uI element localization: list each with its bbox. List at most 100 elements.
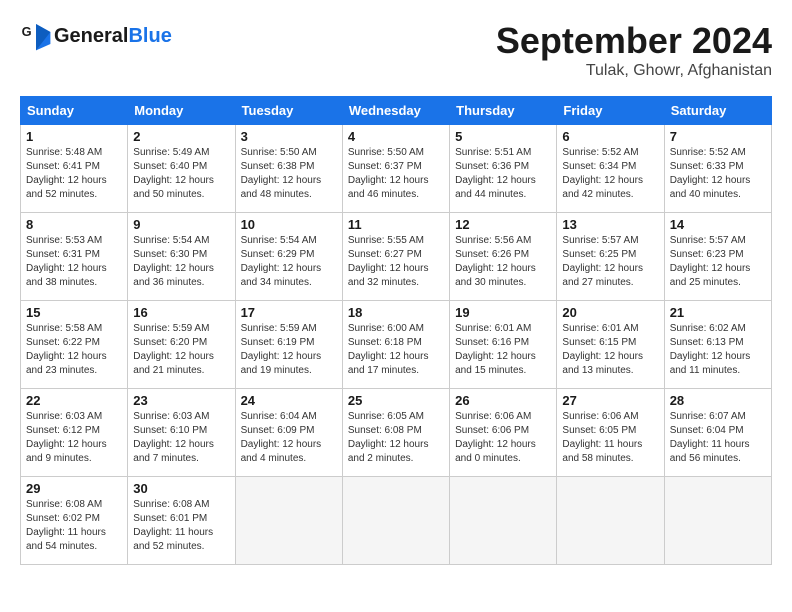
calendar-cell: 8 Sunrise: 5:53 AM Sunset: 6:31 PM Daylig… <box>21 213 128 301</box>
day-number: 15 <box>26 305 122 320</box>
weekday-header-sunday: Sunday <box>21 97 128 125</box>
day-number: 7 <box>670 129 766 144</box>
calendar-subtitle: Tulak, Ghowr, Afghanistan <box>496 62 772 80</box>
calendar-cell: 14 Sunrise: 5:57 AM Sunset: 6:23 PM Dayli… <box>664 213 771 301</box>
day-info: Sunrise: 5:57 AM Sunset: 6:23 PM Dayligh… <box>670 234 766 290</box>
calendar-cell: 1Sunrise: 5:48 AM Sunset: 6:41 PM Daylig… <box>21 125 128 213</box>
calendar-cell: 28 Sunrise: 6:07 AM Sunset: 6:04 PM Dayli… <box>664 389 771 477</box>
calendar-week-2: 8 Sunrise: 5:53 AM Sunset: 6:31 PM Daylig… <box>21 213 772 301</box>
weekday-header-wednesday: Wednesday <box>342 97 449 125</box>
day-number: 18 <box>348 305 444 320</box>
calendar-week-3: 15Sunrise: 5:58 AM Sunset: 6:22 PM Dayli… <box>21 301 772 389</box>
day-info: Sunrise: 5:50 AM Sunset: 6:38 PM Dayligh… <box>241 146 337 202</box>
day-info: Sunrise: 6:06 AM Sunset: 6:05 PM Dayligh… <box>562 410 658 466</box>
calendar-cell: 11Sunrise: 5:55 AM Sunset: 6:27 PM Dayli… <box>342 213 449 301</box>
day-number: 3 <box>241 129 337 144</box>
day-info: Sunrise: 6:07 AM Sunset: 6:04 PM Dayligh… <box>670 410 766 466</box>
day-number: 4 <box>348 129 444 144</box>
day-number: 6 <box>562 129 658 144</box>
day-info: Sunrise: 6:01 AM Sunset: 6:16 PM Dayligh… <box>455 322 551 378</box>
calendar-cell: 13 Sunrise: 5:57 AM Sunset: 6:25 PM Dayli… <box>557 213 664 301</box>
day-info: Sunrise: 6:08 AM Sunset: 6:02 PM Dayligh… <box>26 498 122 554</box>
day-number: 16 <box>133 305 229 320</box>
calendar-cell: 2 Sunrise: 5:49 AM Sunset: 6:40 PM Daylig… <box>128 125 235 213</box>
calendar-cell: 12Sunrise: 5:56 AM Sunset: 6:26 PM Dayli… <box>450 213 557 301</box>
day-info: Sunrise: 5:55 AM Sunset: 6:27 PM Dayligh… <box>348 234 444 290</box>
weekday-header-saturday: Saturday <box>664 97 771 125</box>
day-number: 1 <box>26 129 122 144</box>
logo-general: General <box>54 25 128 47</box>
day-number: 5 <box>455 129 551 144</box>
day-number: 14 <box>670 217 766 232</box>
day-number: 24 <box>241 393 337 408</box>
day-number: 30 <box>133 481 229 496</box>
day-info: Sunrise: 5:52 AM Sunset: 6:33 PM Dayligh… <box>670 146 766 202</box>
weekday-header-thursday: Thursday <box>450 97 557 125</box>
calendar-cell: 10Sunrise: 5:54 AM Sunset: 6:29 PM Dayli… <box>235 213 342 301</box>
logo-blue: Blue <box>128 25 171 47</box>
calendar-cell: 4Sunrise: 5:50 AM Sunset: 6:37 PM Daylig… <box>342 125 449 213</box>
day-number: 9 <box>133 217 229 232</box>
day-info: Sunrise: 6:05 AM Sunset: 6:08 PM Dayligh… <box>348 410 444 466</box>
day-info: Sunrise: 5:49 AM Sunset: 6:40 PM Dayligh… <box>133 146 229 202</box>
day-number: 13 <box>562 217 658 232</box>
calendar-cell: 15Sunrise: 5:58 AM Sunset: 6:22 PM Dayli… <box>21 301 128 389</box>
day-number: 27 <box>562 393 658 408</box>
day-info: Sunrise: 6:03 AM Sunset: 6:10 PM Dayligh… <box>133 410 229 466</box>
calendar-cell <box>450 477 557 565</box>
day-number: 10 <box>241 217 337 232</box>
day-info: Sunrise: 6:04 AM Sunset: 6:09 PM Dayligh… <box>241 410 337 466</box>
svg-text:G: G <box>22 24 32 39</box>
calendar-cell <box>664 477 771 565</box>
calendar-cell: 23Sunrise: 6:03 AM Sunset: 6:10 PM Dayli… <box>128 389 235 477</box>
day-info: Sunrise: 6:06 AM Sunset: 6:06 PM Dayligh… <box>455 410 551 466</box>
calendar-cell: 21Sunrise: 6:02 AM Sunset: 6:13 PM Dayli… <box>664 301 771 389</box>
calendar-cell: 29 Sunrise: 6:08 AM Sunset: 6:02 PM Dayli… <box>21 477 128 565</box>
calendar-cell: 7 Sunrise: 5:52 AM Sunset: 6:33 PM Daylig… <box>664 125 771 213</box>
calendar-table: SundayMondayTuesdayWednesdayThursdayFrid… <box>20 96 772 565</box>
calendar-cell: 5 Sunrise: 5:51 AM Sunset: 6:36 PM Daylig… <box>450 125 557 213</box>
day-info: Sunrise: 5:59 AM Sunset: 6:19 PM Dayligh… <box>241 322 337 378</box>
title-block: September 2024 Tulak, Ghowr, Afghanistan <box>496 20 772 80</box>
calendar-cell: 22Sunrise: 6:03 AM Sunset: 6:12 PM Dayli… <box>21 389 128 477</box>
day-info: Sunrise: 5:51 AM Sunset: 6:36 PM Dayligh… <box>455 146 551 202</box>
day-info: Sunrise: 5:54 AM Sunset: 6:30 PM Dayligh… <box>133 234 229 290</box>
day-number: 28 <box>670 393 766 408</box>
calendar-cell: 16 Sunrise: 5:59 AM Sunset: 6:20 PM Dayli… <box>128 301 235 389</box>
calendar-cell <box>235 477 342 565</box>
day-info: Sunrise: 6:03 AM Sunset: 6:12 PM Dayligh… <box>26 410 122 466</box>
calendar-cell: 3 Sunrise: 5:50 AM Sunset: 6:38 PM Daylig… <box>235 125 342 213</box>
day-number: 26 <box>455 393 551 408</box>
logo-icon: G <box>20 20 52 52</box>
day-number: 29 <box>26 481 122 496</box>
calendar-title: September 2024 <box>496 20 772 62</box>
calendar-cell: 18Sunrise: 6:00 AM Sunset: 6:18 PM Dayli… <box>342 301 449 389</box>
calendar-cell <box>342 477 449 565</box>
calendar-cell: 6 Sunrise: 5:52 AM Sunset: 6:34 PM Daylig… <box>557 125 664 213</box>
calendar-cell: 30 Sunrise: 6:08 AM Sunset: 6:01 PM Dayli… <box>128 477 235 565</box>
day-info: Sunrise: 6:02 AM Sunset: 6:13 PM Dayligh… <box>670 322 766 378</box>
weekday-header-tuesday: Tuesday <box>235 97 342 125</box>
day-number: 25 <box>348 393 444 408</box>
calendar-cell: 9 Sunrise: 5:54 AM Sunset: 6:30 PM Daylig… <box>128 213 235 301</box>
day-info: Sunrise: 5:53 AM Sunset: 6:31 PM Dayligh… <box>26 234 122 290</box>
day-number: 17 <box>241 305 337 320</box>
day-info: Sunrise: 5:56 AM Sunset: 6:26 PM Dayligh… <box>455 234 551 290</box>
calendar-week-1: 1Sunrise: 5:48 AM Sunset: 6:41 PM Daylig… <box>21 125 772 213</box>
calendar-cell: 25 Sunrise: 6:05 AM Sunset: 6:08 PM Dayli… <box>342 389 449 477</box>
day-info: Sunrise: 5:59 AM Sunset: 6:20 PM Dayligh… <box>133 322 229 378</box>
logo: G GeneralBlue <box>20 20 172 52</box>
calendar-week-5: 29 Sunrise: 6:08 AM Sunset: 6:02 PM Dayli… <box>21 477 772 565</box>
calendar-cell: 24 Sunrise: 6:04 AM Sunset: 6:09 PM Dayli… <box>235 389 342 477</box>
day-number: 19 <box>455 305 551 320</box>
day-number: 2 <box>133 129 229 144</box>
weekday-header-row: SundayMondayTuesdayWednesdayThursdayFrid… <box>21 97 772 125</box>
day-number: 8 <box>26 217 122 232</box>
day-info: Sunrise: 5:52 AM Sunset: 6:34 PM Dayligh… <box>562 146 658 202</box>
day-info: Sunrise: 6:01 AM Sunset: 6:15 PM Dayligh… <box>562 322 658 378</box>
weekday-header-monday: Monday <box>128 97 235 125</box>
day-info: Sunrise: 6:08 AM Sunset: 6:01 PM Dayligh… <box>133 498 229 554</box>
page-header: G GeneralBlue September 2024 Tulak, Ghow… <box>20 20 772 80</box>
day-info: Sunrise: 5:57 AM Sunset: 6:25 PM Dayligh… <box>562 234 658 290</box>
calendar-week-4: 22Sunrise: 6:03 AM Sunset: 6:12 PM Dayli… <box>21 389 772 477</box>
